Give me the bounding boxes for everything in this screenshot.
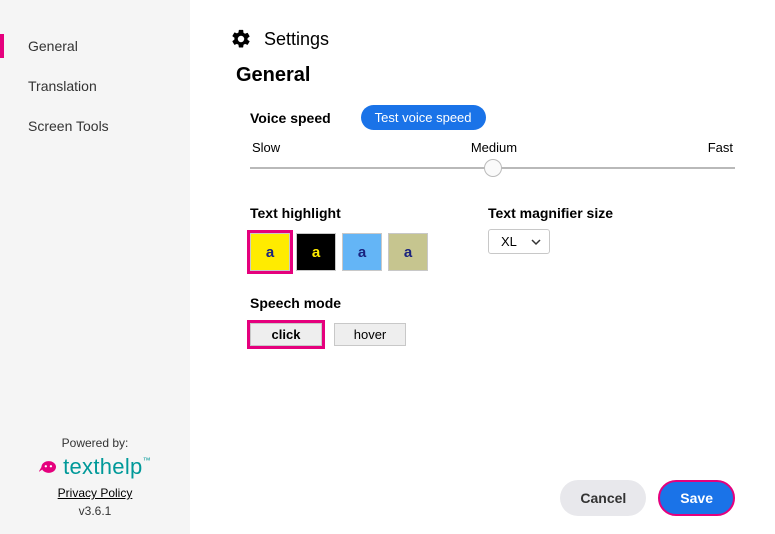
texthelp-logo-icon <box>39 459 57 475</box>
sidebar: General Translation Screen Tools Powered… <box>0 0 190 534</box>
sidebar-item-screen-tools[interactable]: Screen Tools <box>0 106 190 146</box>
text-magnifier-select[interactable]: XL <box>488 229 550 254</box>
text-magnifier-label: Text magnifier size <box>488 205 613 221</box>
section-title: General <box>236 64 735 87</box>
speech-mode-group: Speech mode click hover <box>250 295 735 346</box>
footer-actions: Cancel Save <box>230 472 735 516</box>
text-highlight-label: Text highlight <box>250 205 341 221</box>
text-highlight-group: Text highlight a a a a <box>250 205 428 271</box>
page-header: Settings <box>230 28 735 50</box>
cancel-button[interactable]: Cancel <box>560 480 646 516</box>
text-magnifier-group: Text magnifier size XL <box>488 205 613 254</box>
voice-speed-slider[interactable] <box>250 157 735 181</box>
powered-by-label: Powered by: <box>0 436 190 450</box>
voice-speed-label: Voice speed <box>250 110 331 126</box>
speech-mode-click[interactable]: click <box>250 323 322 346</box>
brand-name: texthelp™ <box>63 454 151 480</box>
save-button[interactable]: Save <box>658 480 735 516</box>
test-voice-speed-button[interactable]: Test voice speed <box>361 105 486 130</box>
slider-thumb[interactable] <box>484 159 502 177</box>
chevron-down-icon <box>531 237 541 247</box>
gear-icon <box>230 28 252 50</box>
sidebar-footer: Powered by: texthelp™ Privacy Policy v3.… <box>0 436 190 534</box>
page-title: Settings <box>264 29 329 50</box>
version-label: v3.6.1 <box>0 504 190 518</box>
text-magnifier-value: XL <box>501 234 517 249</box>
voice-speed-medium: Medium <box>471 140 517 155</box>
highlight-swatch-black[interactable]: a <box>296 233 336 271</box>
sidebar-item-general[interactable]: General <box>0 26 190 66</box>
sidebar-nav: General Translation Screen Tools <box>0 0 190 436</box>
speech-mode-label: Speech mode <box>250 295 341 311</box>
voice-speed-slow: Slow <box>252 140 280 155</box>
main: Settings General Voice speed Test voice … <box>190 0 775 534</box>
highlight-swatch-olive[interactable]: a <box>388 233 428 271</box>
sidebar-item-translation[interactable]: Translation <box>0 66 190 106</box>
brand: texthelp™ <box>39 454 151 480</box>
highlight-swatch-yellow[interactable]: a <box>250 233 290 271</box>
privacy-policy-link[interactable]: Privacy Policy <box>58 486 133 500</box>
voice-speed-group: Voice speed Test voice speed Slow Medium… <box>250 105 735 181</box>
highlight-swatch-blue[interactable]: a <box>342 233 382 271</box>
speech-mode-hover[interactable]: hover <box>334 323 406 346</box>
voice-speed-fast: Fast <box>708 140 733 155</box>
